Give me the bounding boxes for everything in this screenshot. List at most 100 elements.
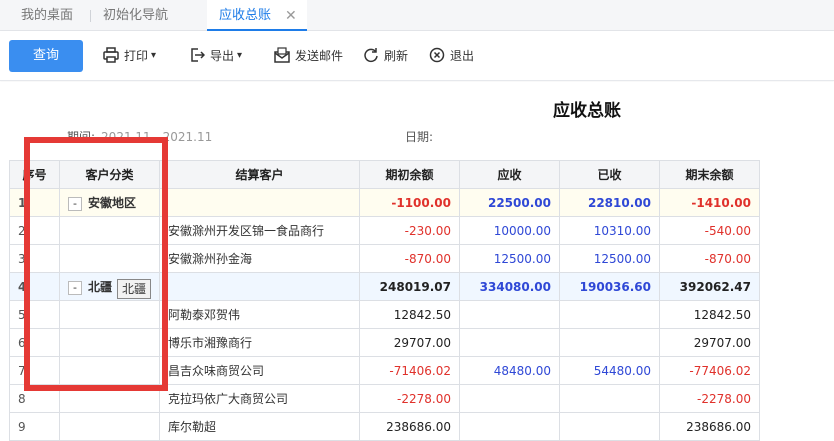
seq-cell: 7 bbox=[9, 356, 60, 385]
closing-cell: -77406.02 bbox=[659, 356, 760, 385]
column-header[interactable]: 期初余额 bbox=[359, 160, 460, 189]
category-cell bbox=[59, 300, 160, 329]
opening-cell: 248019.07 bbox=[359, 272, 460, 301]
print-label: 打印 bbox=[124, 49, 149, 63]
receivable-cell: 10000.00 bbox=[459, 216, 560, 245]
table-header: 序号 客户分类 结算客户 期初余额 应收 已收 期末余额 bbox=[9, 160, 760, 189]
refresh-button[interactable]: 刷新 bbox=[363, 46, 413, 66]
refresh-icon bbox=[364, 48, 378, 63]
receivable-cell bbox=[459, 328, 560, 357]
customer-cell: 昌吉众味商贸公司 bbox=[159, 356, 360, 385]
closing-cell: 29707.00 bbox=[659, 328, 760, 357]
tab-label: 应收总账 bbox=[219, 8, 272, 23]
table-row[interactable]: 7 昌吉众味商贸公司 -71406.02 48480.00 54480.00 -… bbox=[9, 356, 760, 385]
customer-cell: 阿勒泰邓贺伟 bbox=[159, 300, 360, 329]
received-cell bbox=[559, 300, 660, 329]
category-label: 北疆 bbox=[88, 280, 113, 294]
date-label: 日期: bbox=[405, 130, 434, 144]
closing-cell: 392062.47 bbox=[659, 272, 760, 301]
category-cell bbox=[59, 384, 160, 413]
seq-cell: 5 bbox=[9, 300, 60, 329]
collapse-icon[interactable]: - bbox=[68, 196, 82, 211]
opening-cell: -1100.00 bbox=[359, 188, 460, 217]
exit-label: 退出 bbox=[450, 49, 475, 63]
column-header[interactable]: 期末余额 bbox=[659, 160, 760, 189]
opening-cell: -230.00 bbox=[359, 216, 460, 245]
export-icon bbox=[191, 48, 205, 62]
column-header[interactable]: 应收 bbox=[459, 160, 560, 189]
table-row[interactable]: 1 - 安徽地区 -1100.00 22500.00 22810.00 -1410… bbox=[9, 188, 760, 217]
printer-icon bbox=[103, 47, 119, 63]
seq-cell: 8 bbox=[9, 384, 60, 413]
received-cell: 190036.60 bbox=[559, 272, 660, 301]
table-row[interactable]: 5 阿勒泰邓贺伟 12842.50 12842.50 bbox=[9, 300, 760, 329]
chevron-down-icon: ▾ bbox=[237, 50, 243, 61]
closing-cell: -540.00 bbox=[659, 216, 760, 245]
receivable-cell: 12500.00 bbox=[459, 244, 560, 273]
close-icon[interactable]: ✕ bbox=[285, 0, 297, 32]
received-cell bbox=[559, 384, 660, 413]
toolbar: 查询 打印 ▾ 导出 ▾ 发送邮件 刷新 退出 bbox=[0, 31, 834, 81]
customer-cell: 安徽滁州开发区锦一食品商行 bbox=[159, 216, 360, 245]
closing-cell: -870.00 bbox=[659, 244, 760, 273]
seq-cell: 4 bbox=[9, 272, 60, 301]
column-header[interactable]: 客户分类 bbox=[59, 160, 160, 189]
category-cell bbox=[59, 216, 160, 245]
opening-cell: -71406.02 bbox=[359, 356, 460, 385]
category-cell bbox=[59, 328, 160, 357]
opening-cell: 29707.00 bbox=[359, 328, 460, 357]
received-cell: 10310.00 bbox=[559, 216, 660, 245]
received-cell: 54480.00 bbox=[559, 356, 660, 385]
opening-cell: -2278.00 bbox=[359, 384, 460, 413]
period-value: 2021.11 - 2021.11 bbox=[101, 130, 213, 144]
receivable-cell: 334080.00 bbox=[459, 272, 560, 301]
mail-icon bbox=[274, 47, 290, 63]
customer-cell: 安徽滁州孙金海 bbox=[159, 244, 360, 273]
category-tooltip: 北疆 bbox=[117, 279, 152, 299]
receivable-cell bbox=[459, 384, 560, 413]
category-cell: - 安徽地区 bbox=[59, 188, 160, 217]
customer-cell: 克拉玛依广大商贸公司 bbox=[159, 384, 360, 413]
receivable-cell: 22500.00 bbox=[459, 188, 560, 217]
column-header[interactable]: 序号 bbox=[9, 160, 60, 189]
seq-cell: 6 bbox=[9, 328, 60, 357]
send-email-label: 发送邮件 bbox=[295, 49, 344, 63]
customer-cell bbox=[159, 272, 360, 301]
closing-cell: -2278.00 bbox=[659, 384, 760, 413]
column-header[interactable]: 结算客户 bbox=[159, 160, 360, 189]
tab-receivable-ledger[interactable]: 应收总账 ✕ bbox=[207, 0, 307, 31]
receivable-cell bbox=[459, 300, 560, 329]
seq-cell: 2 bbox=[9, 216, 60, 245]
opening-cell: 12842.50 bbox=[359, 300, 460, 329]
period-field: 期间: 2021.11 - 2021.11 bbox=[67, 128, 212, 145]
ledger-table: 序号 客户分类 结算客户 期初余额 应收 已收 期末余额 1 - 安徽地区 -11… bbox=[9, 160, 760, 441]
collapse-icon[interactable]: - bbox=[68, 280, 82, 295]
customer-cell: 博乐市湘豫商行 bbox=[159, 328, 360, 357]
table-row[interactable]: 8 克拉玛依广大商贸公司 -2278.00 -2278.00 bbox=[9, 384, 760, 413]
tab-init-navigation[interactable]: 初始化导航 bbox=[103, 0, 168, 31]
table-row[interactable]: 2 安徽滁州开发区锦一食品商行 -230.00 10000.00 10310.0… bbox=[9, 216, 760, 245]
send-email-button[interactable]: 发送邮件 bbox=[274, 46, 348, 66]
seq-cell: 3 bbox=[9, 244, 60, 273]
category-label: 安徽地区 bbox=[88, 196, 137, 210]
chevron-down-icon: ▾ bbox=[151, 50, 157, 61]
tab-my-desktop[interactable]: 我的桌面 bbox=[21, 0, 73, 31]
exit-button[interactable]: 退出 bbox=[429, 46, 479, 66]
closing-cell: 12842.50 bbox=[659, 300, 760, 329]
print-button[interactable]: 打印 ▾ bbox=[103, 46, 163, 66]
received-cell bbox=[559, 328, 660, 357]
export-button[interactable]: 导出 ▾ bbox=[189, 46, 249, 66]
customer-cell bbox=[159, 188, 360, 217]
close-circle-icon bbox=[429, 47, 445, 63]
report-panel: 应收总账 期间: 2021.11 - 2021.11 日期: 序号 客户分类 结算… bbox=[0, 82, 834, 441]
received-cell: 12500.00 bbox=[559, 244, 660, 273]
receivable-cell: 48480.00 bbox=[459, 356, 560, 385]
category-cell bbox=[59, 356, 160, 385]
query-button[interactable]: 查询 bbox=[9, 40, 83, 72]
refresh-label: 刷新 bbox=[384, 49, 409, 63]
table-row[interactable]: 6 博乐市湘豫商行 29707.00 29707.00 bbox=[9, 328, 760, 357]
opening-cell: -870.00 bbox=[359, 244, 460, 273]
column-header[interactable]: 已收 bbox=[559, 160, 660, 189]
export-label: 导出 bbox=[210, 49, 235, 63]
table-row[interactable]: 3 安徽滁州孙金海 -870.00 12500.00 12500.00 -870… bbox=[9, 244, 760, 273]
